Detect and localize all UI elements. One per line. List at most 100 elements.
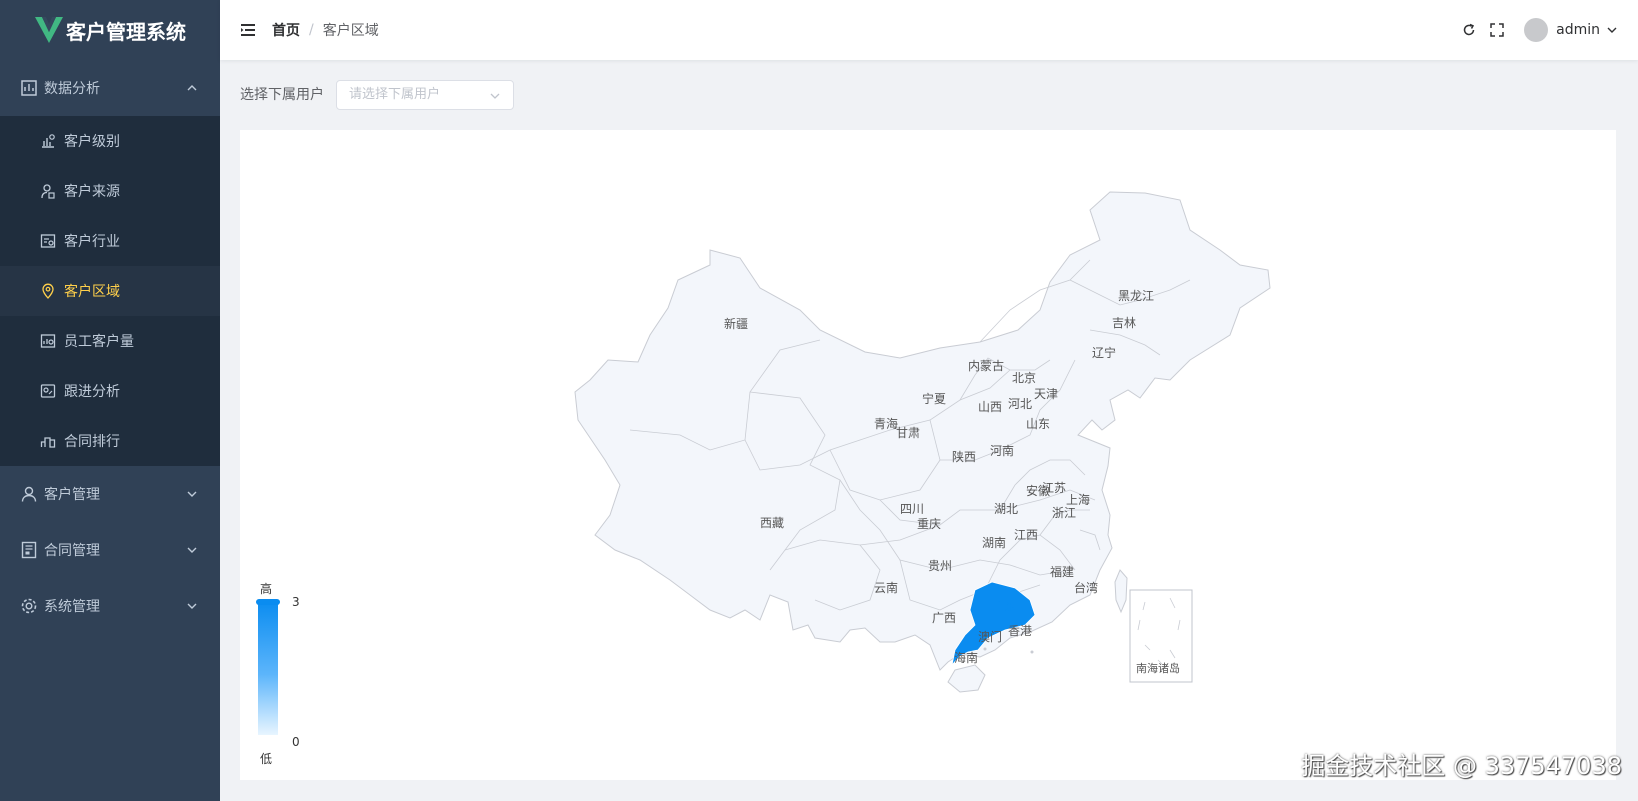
province-label: 天津 [1034, 387, 1058, 401]
sidebar-item-customer-industry[interactable]: 客户行业 [0, 216, 220, 266]
sidebar-item-label: 客户区域 [64, 284, 120, 300]
app-title: 客户管理系统 [66, 19, 186, 44]
province-label: 山西 [978, 400, 1002, 414]
province-label: 宁夏 [922, 391, 946, 406]
sidebar-item-label: 合同排行 [64, 434, 120, 450]
province-label: 内蒙古 [968, 358, 1004, 373]
province-label: 青海 [874, 416, 898, 431]
vue-logo-icon [35, 17, 63, 43]
subordinate-filter-label: 选择下属用户 [240, 87, 324, 103]
navbar: 首页 / 客户区域 admin [220, 0, 1638, 60]
province-label: 广西 [932, 611, 956, 625]
province-label: 湖北 [994, 501, 1018, 516]
breadcrumb-current: 客户区域 [322, 23, 379, 39]
province-label: 河北 [1008, 397, 1032, 411]
province-label: 香港 [1008, 624, 1032, 638]
province-label: 甘肃 [896, 426, 920, 440]
sidebar-item-label: 员工客户量 [64, 334, 134, 350]
sidebar-item-label: 客户级别 [64, 134, 120, 150]
industry-icon [40, 232, 58, 250]
chevron-down-icon [187, 547, 197, 553]
menu-label: 数据分析 [44, 81, 100, 97]
sidebar-item-label: 客户来源 [64, 184, 120, 200]
province-label: 南海诸岛 [1136, 661, 1180, 675]
china-map[interactable]: 新疆 西藏 青海 甘肃 宁夏 内蒙古 四川 重庆 云南 贵州 广西 海南 陕西 … [240, 130, 1616, 780]
avatar[interactable] [1524, 18, 1549, 42]
location-icon [40, 282, 58, 300]
province-label: 上海 [1066, 492, 1090, 507]
gear-icon [20, 597, 38, 615]
legend-low-label: 低 [260, 752, 273, 766]
legend-gradient-bar[interactable] [258, 600, 278, 735]
region-map-card: 新疆 西藏 青海 甘肃 宁夏 内蒙古 四川 重庆 云南 贵州 广西 海南 陕西 … [240, 130, 1616, 780]
app-logo[interactable]: 客户管理系统 [0, 0, 220, 60]
sidebar-item-contract-ranking[interactable]: 合同排行 [0, 416, 220, 466]
menu-contract-management[interactable]: 合同管理 [0, 522, 220, 578]
province-label: 北京 [1012, 371, 1036, 385]
province-label: 广东 [992, 599, 1016, 613]
user-name[interactable]: admin [1556, 22, 1600, 38]
province-label: 江西 [1014, 528, 1038, 542]
ranking-icon [40, 432, 58, 450]
employee-chart-icon [40, 332, 58, 350]
province-label: 湖南 [982, 535, 1006, 550]
fullscreen-icon[interactable] [1490, 23, 1504, 37]
province-label: 澳门 [978, 629, 1002, 644]
sidebar: 客户管理系统 数据分析 客户级别 客户来源 客户行业 客户区域 员工客户量 跟进… [0, 0, 220, 801]
chevron-down-icon [490, 93, 500, 99]
sidebar-item-employee-customers[interactable]: 员工客户量 [0, 316, 220, 366]
chevron-down-icon [187, 603, 197, 609]
province-label: 浙江 [1052, 506, 1076, 520]
breadcrumb: 首页 / 客户区域 [272, 0, 379, 60]
bar-chart-icon [40, 132, 58, 150]
legend-min-value: 0 [292, 735, 300, 749]
province-label: 新疆 [724, 316, 748, 331]
legend-handle[interactable] [256, 599, 280, 605]
data-analysis-icon [20, 79, 38, 97]
province-label: 陕西 [952, 449, 976, 464]
province-label: 云南 [874, 580, 898, 595]
breadcrumb-home[interactable]: 首页 [272, 20, 300, 40]
menu-label: 系统管理 [44, 599, 100, 615]
chevron-down-icon[interactable] [1606, 24, 1618, 36]
contract-icon [20, 541, 38, 559]
watermark: 掘金技术社区 @ 337547038 [1301, 752, 1622, 780]
hainan-shape [947, 664, 986, 693]
refresh-icon[interactable] [1462, 23, 1476, 37]
hamburger-icon[interactable] [240, 22, 256, 38]
chevron-up-icon [187, 85, 197, 91]
menu-label: 合同管理 [44, 543, 100, 559]
sidebar-item-customer-source[interactable]: 客户来源 [0, 166, 220, 216]
legend-high-label: 高 [260, 582, 273, 596]
province-label: 河南 [990, 443, 1014, 458]
breadcrumb-separator: / [309, 22, 314, 38]
chevron-down-icon [187, 491, 197, 497]
follow-up-icon [40, 382, 58, 400]
sidebar-item-label: 跟进分析 [64, 384, 120, 400]
sidebar-item-follow-up[interactable]: 跟进分析 [0, 366, 220, 416]
taiwan-shape [1114, 569, 1128, 614]
menu-data-analysis[interactable]: 数据分析 [0, 60, 220, 116]
province-label: 西藏 [760, 516, 784, 530]
sidebar-item-customer-region[interactable]: 客户区域 [0, 266, 220, 316]
province-label: 贵州 [928, 559, 952, 573]
user-source-icon [40, 182, 58, 200]
menu-customer-management[interactable]: 客户管理 [0, 466, 220, 522]
province-label: 福建 [1050, 564, 1074, 579]
province-label: 山东 [1026, 417, 1050, 431]
legend-max-value: 3 [292, 595, 300, 609]
province-label: 四川 [900, 502, 924, 516]
sidebar-item-label: 客户行业 [64, 234, 120, 250]
sidebar-item-customer-level[interactable]: 客户级别 [0, 116, 220, 166]
user-icon [20, 485, 38, 503]
menu-system-management[interactable]: 系统管理 [0, 578, 220, 634]
select-placeholder: 请选择下属用户 [349, 87, 441, 102]
province-label: 辽宁 [1092, 345, 1116, 360]
province-label: 黑龙江 [1118, 289, 1154, 303]
subordinate-select[interactable]: 请选择下属用户 [336, 80, 514, 110]
province-label: 台湾 [1074, 580, 1098, 595]
province-label: 江苏 [1042, 481, 1066, 495]
province-label: 重庆 [917, 517, 941, 531]
province-label: 海南 [954, 650, 978, 665]
menu-label: 客户管理 [44, 487, 100, 503]
